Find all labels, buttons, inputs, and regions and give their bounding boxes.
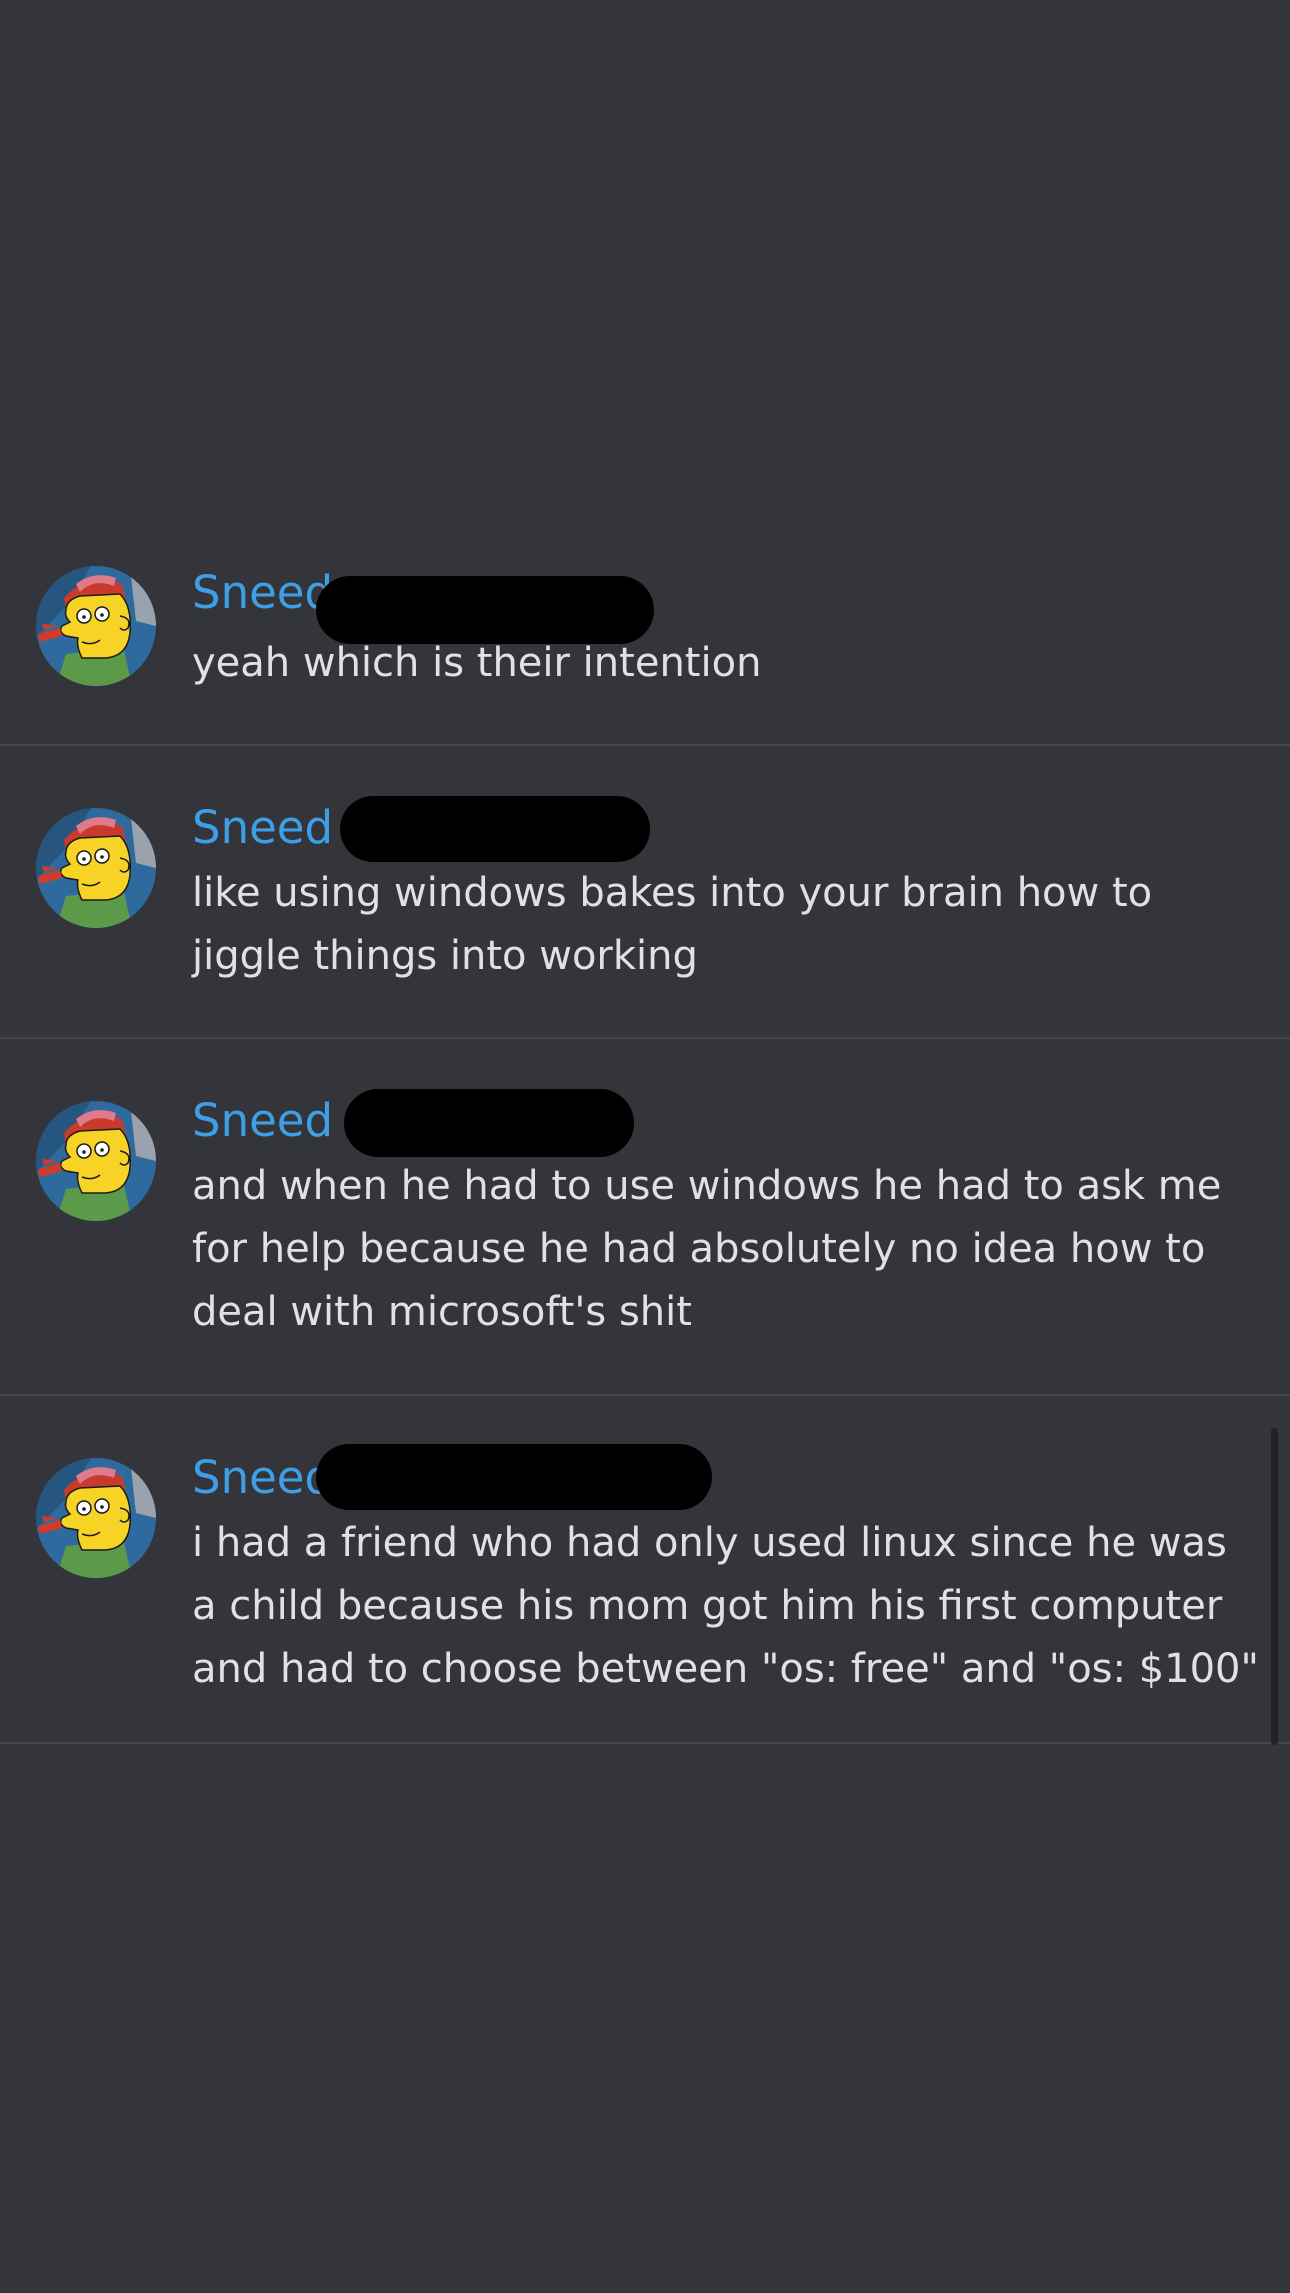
chat-message[interactable]: Sneed like using windows bakes into your… [0,746,1290,1039]
message-text: yeah which is their intention [192,640,762,686]
message-text: and when he had to use windows he had to… [192,1163,1222,1335]
user-avatar[interactable] [36,566,156,686]
simpsons-cartoon-avatar-icon [36,1458,156,1578]
message-author[interactable]: Sneed [192,1451,333,1505]
message-author[interactable]: Sneed [192,1094,333,1148]
chat-message[interactable]: Sneed and when he had to use windows he … [0,1039,1290,1396]
redaction-mark [344,1089,634,1157]
scrollbar[interactable] [1271,1428,1278,1745]
user-avatar[interactable] [36,1101,156,1221]
user-avatar[interactable] [36,1458,156,1578]
message-author[interactable]: Sneed [192,801,333,855]
redaction-mark [340,796,650,862]
chat-message[interactable]: Sneed yeah which is their intention [0,0,1290,746]
simpsons-cartoon-avatar-icon [36,1101,156,1221]
simpsons-cartoon-avatar-icon [36,566,156,686]
simpsons-cartoon-avatar-icon [36,808,156,928]
message-text: like using windows bakes into your brain… [192,870,1153,979]
message-text: i had a friend who had only used linux s… [192,1520,1259,1692]
chat-message[interactable]: Sneed i had a friend who had only used l… [0,1396,1290,1744]
user-avatar[interactable] [36,808,156,928]
message-author[interactable]: Sneed [192,566,333,620]
redaction-mark [316,1444,712,1510]
